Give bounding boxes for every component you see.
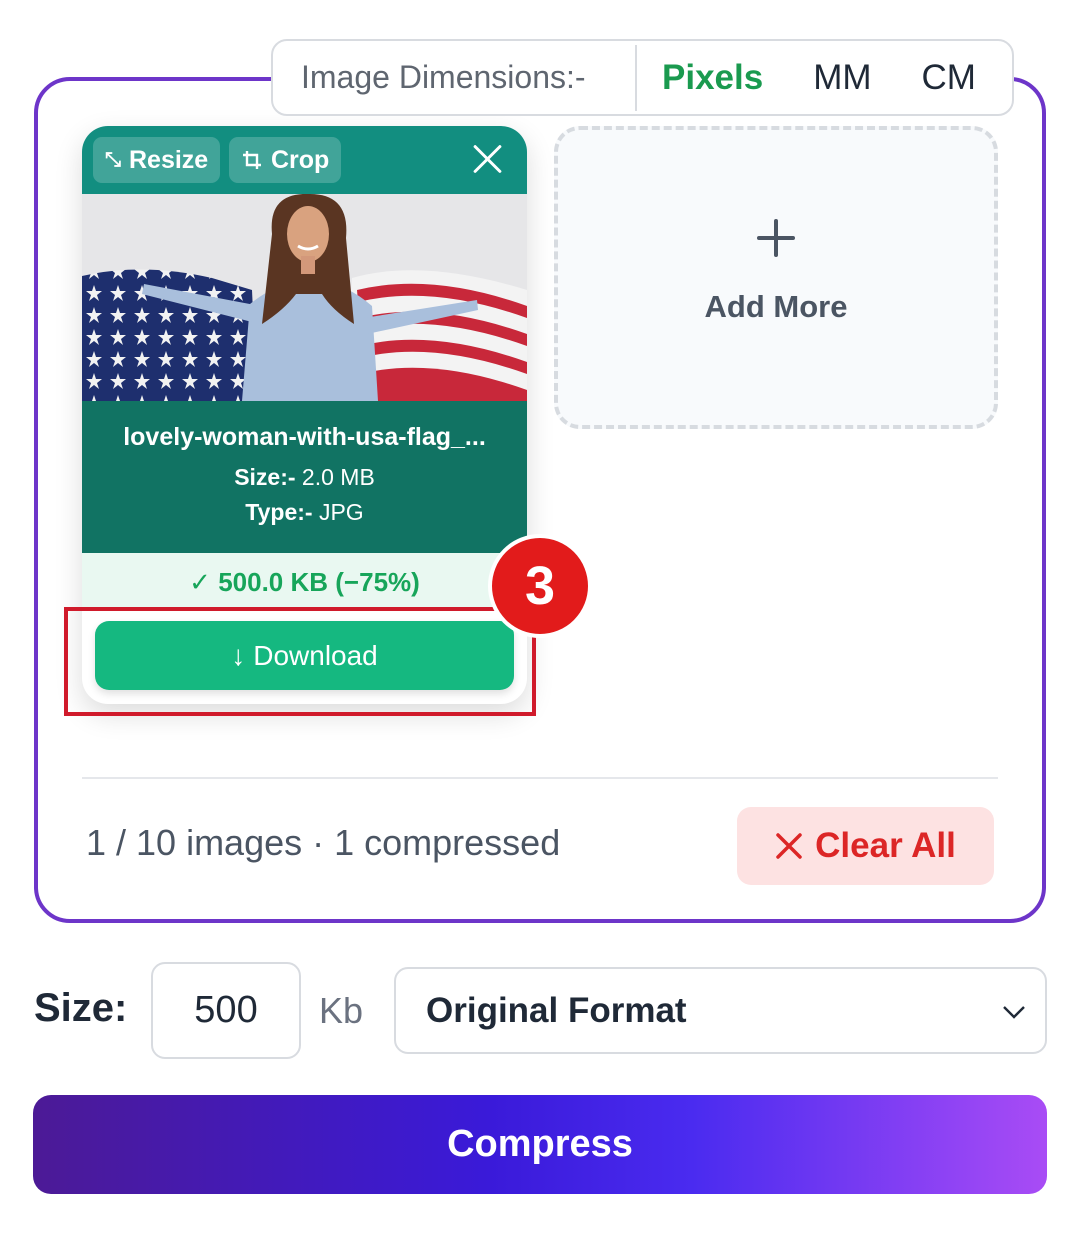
size-label: Size: <box>34 986 128 1030</box>
step-badge: 3 <box>488 534 592 638</box>
image-filename: lovely-woman-with-usa-flag_... <box>123 423 486 451</box>
image-size: Size:- 2.0 MB <box>82 464 527 491</box>
unit-option-cm[interactable]: CM <box>922 58 976 98</box>
compress-button[interactable]: Compress <box>33 1095 1047 1194</box>
image-type-value: JPG <box>318 499 364 525</box>
download-highlight-box <box>64 607 536 716</box>
image-count-status: 1 / 10 images · 1 compressed <box>86 822 561 863</box>
image-thumbnail <box>82 194 527 401</box>
clear-all-label: Clear All <box>815 826 956 865</box>
dimensions-divider <box>635 44 637 111</box>
format-selected-value: Original Format <box>426 990 687 1030</box>
add-more-label: Add More <box>704 288 848 324</box>
close-icon[interactable] <box>471 142 505 176</box>
plus-icon <box>757 218 795 257</box>
compression-result: ✓ 500.0 KB (−75%) <box>82 553 527 611</box>
image-size-label: Size:- <box>234 464 296 490</box>
dimensions-label: Image Dimensions:- <box>301 59 586 95</box>
crop-label: Crop <box>271 145 330 174</box>
add-more-dropzone[interactable]: Add More <box>554 126 998 429</box>
dimension-unit-selector: Image Dimensions:- Pixels MM CM <box>271 39 1014 116</box>
resize-icon: ⤡ <box>105 148 121 171</box>
chevron-down-icon <box>1003 1006 1025 1019</box>
image-type: Type:- JPG <box>82 499 527 526</box>
clear-all-button[interactable]: Clear All <box>737 807 994 885</box>
format-select[interactable]: Original Format <box>394 967 1047 1054</box>
unit-option-mm[interactable]: MM <box>813 58 871 98</box>
resize-button[interactable]: ⤡ Resize <box>93 137 221 183</box>
size-unit: Kb <box>319 990 364 1031</box>
card-header: ⤡ Resize Crop <box>82 126 527 194</box>
check-icon: ✓ <box>189 567 211 597</box>
size-input[interactable] <box>151 962 301 1059</box>
image-size-value: 2.0 MB <box>301 464 375 490</box>
crop-button[interactable]: Crop <box>229 137 342 183</box>
resize-label: Resize <box>129 145 209 174</box>
image-type-label: Type:- <box>245 499 313 525</box>
divider <box>82 777 998 779</box>
crop-icon <box>243 151 261 169</box>
image-info: lovely-woman-with-usa-flag_... Size:- 2.… <box>82 401 527 553</box>
unit-option-pixels[interactable]: Pixels <box>662 58 763 98</box>
compression-result-text: 500.0 KB (−75%) <box>218 567 420 597</box>
x-icon <box>776 833 802 859</box>
